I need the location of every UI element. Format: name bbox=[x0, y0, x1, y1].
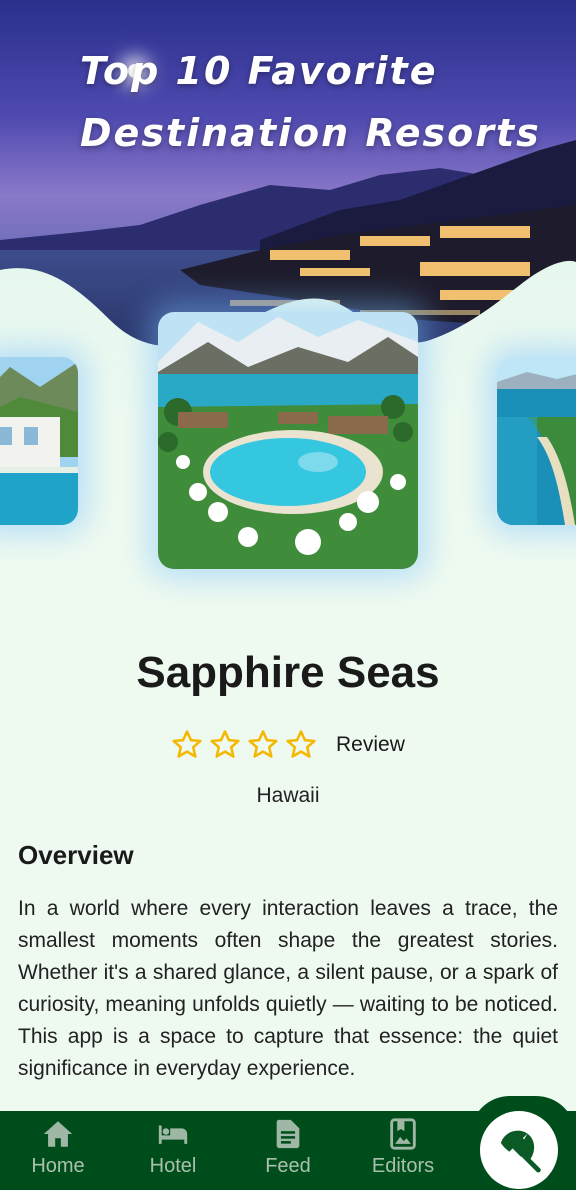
resort-location: Hawaii bbox=[256, 784, 320, 807]
nav-label-home: Home bbox=[31, 1155, 85, 1177]
nav-item-hotel[interactable]: Hotel bbox=[123, 1117, 223, 1187]
article-icon bbox=[276, 1119, 300, 1149]
nav-item-feed[interactable]: Feed bbox=[238, 1117, 338, 1187]
villa-pool-photo bbox=[0, 357, 78, 525]
star-outline-icon[interactable] bbox=[170, 728, 204, 762]
nav-label-hotel: Hotel bbox=[149, 1155, 197, 1177]
lake-pool-resort-photo bbox=[158, 312, 418, 569]
nav-label-feed: Feed bbox=[265, 1155, 311, 1177]
beach-umbrella-fab[interactable] bbox=[480, 1111, 558, 1189]
overview-heading: Overview bbox=[18, 840, 134, 870]
hero-title: Top 10 Favorite Destination Resorts bbox=[80, 40, 560, 164]
overview-text: In a world where every interaction leave… bbox=[18, 897, 558, 1080]
home-icon bbox=[43, 1121, 73, 1147]
photo-album-icon bbox=[390, 1118, 416, 1150]
carousel-card-right[interactable] bbox=[497, 357, 576, 525]
nav-label-editors: Editors bbox=[371, 1155, 435, 1177]
beach-coast-photo bbox=[497, 357, 576, 525]
star-outline-icon[interactable] bbox=[246, 728, 280, 762]
bed-icon bbox=[158, 1125, 188, 1144]
carousel-card-center[interactable] bbox=[158, 312, 418, 569]
star-outline-icon[interactable] bbox=[284, 728, 318, 762]
resort-name: Sapphire Seas bbox=[136, 648, 440, 697]
carousel-card-left[interactable] bbox=[0, 357, 78, 525]
hero-title-line-1: Top 10 Favorite bbox=[80, 49, 438, 93]
star-outline-icon[interactable] bbox=[208, 728, 242, 762]
hero-title-line-2: Destination Resorts bbox=[80, 111, 541, 155]
nav-item-editors[interactable]: Editors bbox=[353, 1117, 453, 1187]
review-link[interactable]: Review bbox=[336, 733, 405, 757]
rating-row: Review bbox=[170, 727, 405, 763]
nav-item-home[interactable]: Home bbox=[8, 1117, 108, 1187]
beach-umbrella-icon bbox=[500, 1130, 541, 1173]
